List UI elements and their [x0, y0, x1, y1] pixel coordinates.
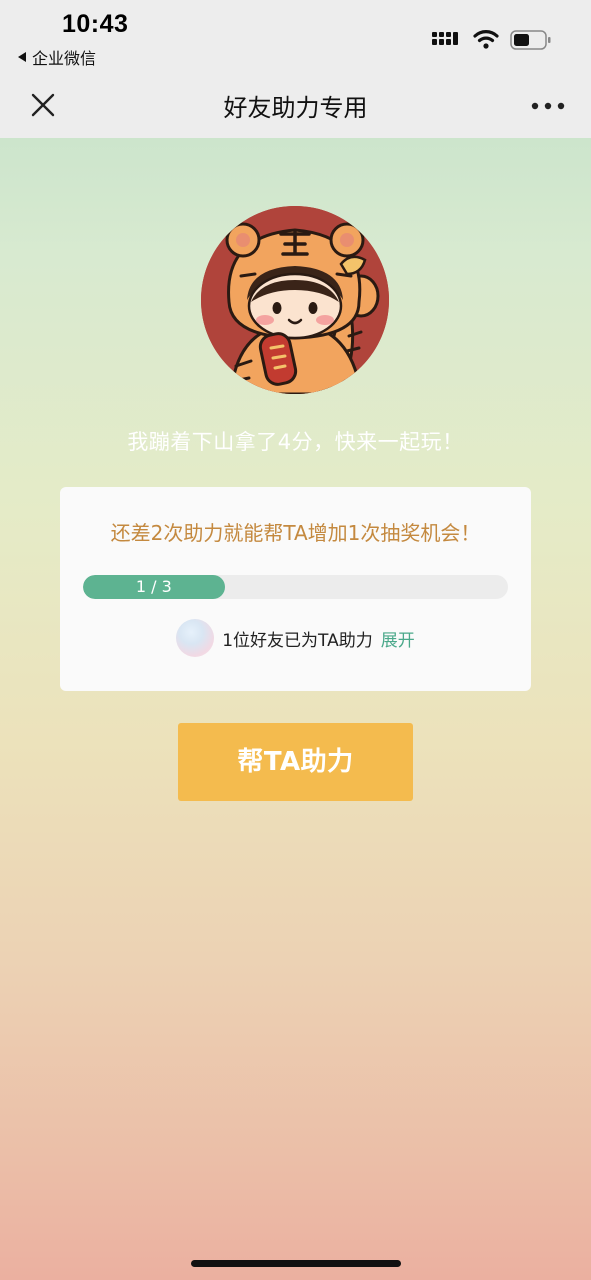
helper-avatar: [176, 619, 215, 657]
back-to-app-link[interactable]: 企业微信: [18, 45, 96, 69]
signal-icon: [432, 32, 458, 45]
back-app-label: 企业微信: [32, 49, 97, 68]
assist-progress-bar: 1 / 3: [83, 575, 508, 599]
wifi-icon: [473, 30, 499, 49]
helpers-count-text: 1位好友已为TA助力: [222, 630, 373, 651]
nav-bar: 好友助力专用: [0, 72, 591, 138]
page-title: 好友助力专用: [223, 94, 368, 122]
helpers-row: 1位好友已为TA助力 展开: [60, 619, 531, 657]
help-ta-button[interactable]: 帮TA助力: [178, 723, 413, 801]
share-message: 我蹦着下山拿了4分，快来一起玩！: [127, 430, 464, 454]
home-indicator: [191, 1260, 401, 1267]
status-time: 10:43: [62, 10, 129, 38]
assist-card: 还差2次助力就能帮TA增加1次抽奖机会！ 1 / 3 1位好友已为TA助力 展开: [60, 487, 531, 691]
tiger-costume-illustration: [201, 206, 389, 394]
more-icon[interactable]: [530, 100, 566, 112]
battery-icon: [510, 30, 551, 50]
back-caret-icon: [18, 52, 26, 62]
status-bar: 10:43 企业微信: [0, 0, 591, 72]
assist-progress-label: 1 / 3: [135, 577, 172, 596]
expand-helpers-link[interactable]: 展开: [381, 626, 415, 651]
user-avatar: [201, 206, 389, 394]
assist-message: 还差2次助力就能帮TA增加1次抽奖机会！: [110, 521, 481, 545]
